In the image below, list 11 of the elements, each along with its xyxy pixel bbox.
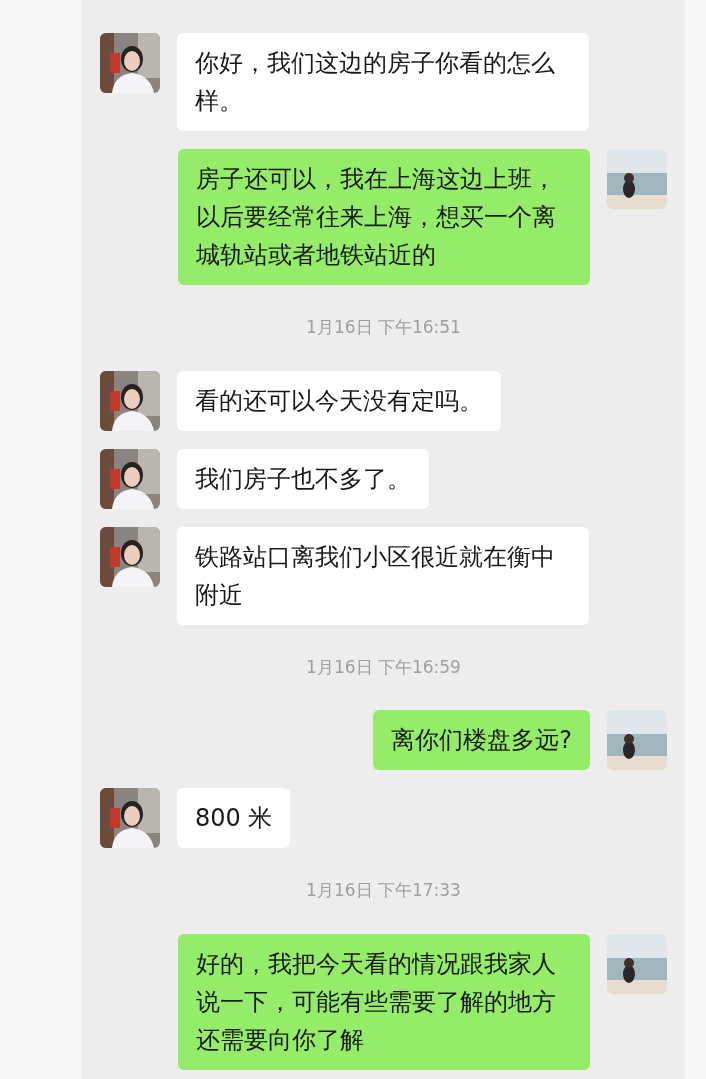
message-bubble[interactable]: 好的，我把今天看的情况跟我家人说一下，可能有些需要了解的地方还需要向你了解	[178, 933, 590, 1070]
message-bubble[interactable]: 看的还可以今天没有定吗。	[177, 370, 501, 431]
message-bubble[interactable]: 我们房子也不多了。	[177, 448, 429, 509]
message-bubble[interactable]: 800 米	[177, 788, 291, 848]
message-bubble[interactable]: 铁路站口离我们小区很近就在衡中附近	[177, 526, 589, 625]
timestamp: 1月16日 下午16:59	[306, 655, 461, 679]
timestamp: 1月16日 下午16:51	[306, 316, 461, 339]
message-bubble[interactable]: 离你们楼盘多远?	[373, 710, 590, 770]
message-bubble[interactable]: 房子还可以，我在上海这边上班，以后要经常往来上海，想买一个离城轨站或者地铁站近的	[178, 149, 590, 285]
timestamp: 1月16日 下午17:33	[306, 879, 461, 902]
message-bubble[interactable]: 你好，我们这边的房子你看的怎么样。	[177, 33, 589, 131]
